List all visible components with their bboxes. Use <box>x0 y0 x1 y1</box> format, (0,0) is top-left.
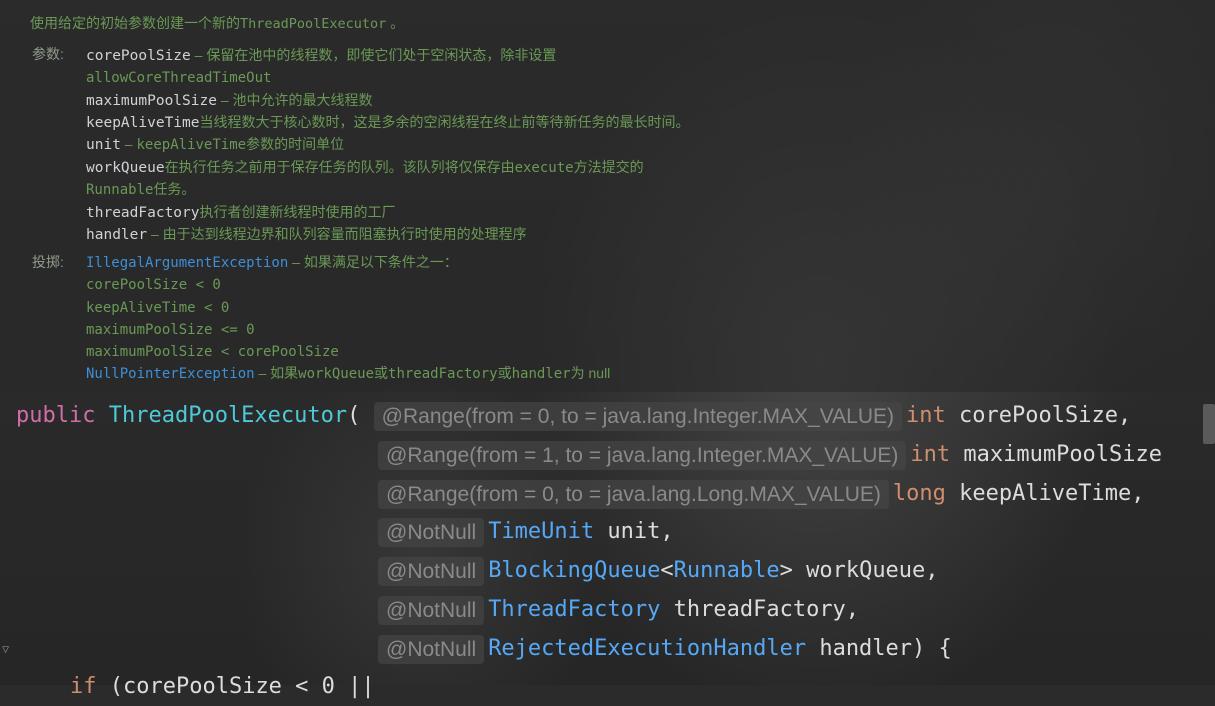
notnull-hint[interactable]: @NotNull <box>378 634 485 664</box>
throws-row: corePoolSize < 0 <box>86 277 221 293</box>
code-line-7[interactable]: @NotNull RejectedExecutionHandler handler… <box>378 630 952 668</box>
throws-row: IllegalArgumentException – 如果满足以下条件之一： <box>86 254 458 271</box>
exception-link[interactable]: IllegalArgumentException <box>86 255 288 271</box>
notnull-hint[interactable]: @NotNull <box>378 517 485 547</box>
param-row: unit – keepAliveTime参数的时间单位 <box>86 136 345 153</box>
throws-row: maximumPoolSize <= 0 <box>86 322 255 338</box>
param-row: handler – 由于达到线程边界和队列容量而阻塞执行时使用的处理程序 <box>86 226 527 243</box>
params-label: 参数: <box>32 46 64 62</box>
param-row: keepAliveTime当线程数大于核心数时，这是多余的空闲线程在终止前等待新… <box>86 114 690 131</box>
code-line-4[interactable]: @NotNull TimeUnit unit, <box>378 513 674 551</box>
param-row: corePoolSize – 保留在池中的线程数，即使它们处于空闲状态，除非设置 <box>86 47 557 64</box>
code-line-6[interactable]: @NotNull ThreadFactory threadFactory, <box>378 591 859 629</box>
throws-row: keepAliveTime < 0 <box>86 300 230 316</box>
param-row: threadFactory执行者创建新线程时使用的工厂 <box>86 204 396 221</box>
code-line-1[interactable]: public ThreadPoolExecutor( @Range(from =… <box>16 397 1131 435</box>
param-row: allowCoreThreadTimeOut <box>86 70 272 86</box>
range-hint[interactable]: @Range(from = 0, to = java.lang.Long.MAX… <box>378 479 889 509</box>
javadoc-popup: 使用给定的初始参数创建一个新的ThreadPoolExecutor 。 参数: … <box>0 0 1215 392</box>
throws-row: maximumPoolSize < corePoolSize <box>86 344 339 360</box>
range-hint[interactable]: @Range(from = 0, to = java.lang.Integer.… <box>373 401 903 431</box>
throws-label: 投掷: <box>32 254 64 270</box>
scrollbar-thumb[interactable] <box>1203 404 1215 444</box>
code-line-8[interactable]: if (corePoolSize < 0 || <box>70 668 375 706</box>
throws-row: NullPointerException – 如果workQueue或threa… <box>86 365 611 382</box>
param-row: Runnable任务。 <box>86 181 196 198</box>
doc-intro: 使用给定的初始参数创建一个新的ThreadPoolExecutor 。 <box>30 15 405 32</box>
fold-marker-icon[interactable]: ▽ <box>2 642 14 656</box>
code-line-5[interactable]: @NotNull BlockingQueue<Runnable> workQueu… <box>378 552 939 590</box>
range-hint[interactable]: @Range(from = 1, to = java.lang.Integer.… <box>378 440 907 470</box>
param-row: workQueue在执行任务之前用于保存任务的队列。该队列将仅保存由execut… <box>86 159 644 176</box>
code-line-2[interactable]: @Range(from = 1, to = java.lang.Integer.… <box>378 436 1162 474</box>
param-row: maximumPoolSize – 池中允许的最大线程数 <box>86 92 373 109</box>
notnull-hint[interactable]: @NotNull <box>378 595 485 625</box>
notnull-hint[interactable]: @NotNull <box>378 556 485 586</box>
exception-link[interactable]: NullPointerException <box>86 366 255 382</box>
code-line-3[interactable]: @Range(from = 0, to = java.lang.Long.MAX… <box>378 475 1145 513</box>
